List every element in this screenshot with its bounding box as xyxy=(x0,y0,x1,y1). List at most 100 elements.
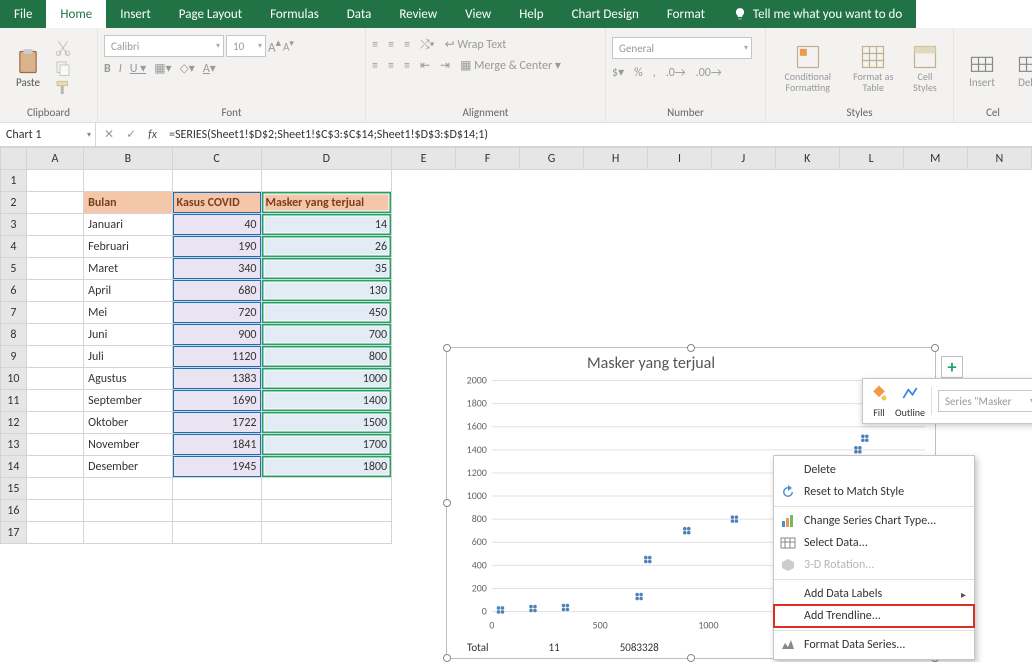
cell-styles-button[interactable]: Cell Styles xyxy=(903,41,947,95)
col-header[interactable]: F xyxy=(456,148,520,170)
comma-icon[interactable]: , xyxy=(653,66,656,80)
tab-view[interactable]: View xyxy=(451,0,505,28)
col-header[interactable]: M xyxy=(903,148,967,170)
increase-indent-icon[interactable]: ⇥ xyxy=(440,58,450,73)
fill-icon[interactable] xyxy=(869,383,889,403)
formula-input[interactable]: =SERIES(Sheet1!$D$2;Sheet1!$C$3:$C$14;Sh… xyxy=(169,128,488,142)
resize-handle[interactable] xyxy=(931,344,939,352)
col-header[interactable]: I xyxy=(648,148,712,170)
chart-mini-toolbar[interactable]: Fill Outline Series "Masker xyxy=(862,378,1032,424)
italic-button[interactable]: I xyxy=(119,62,122,76)
tab-formulas[interactable]: Formulas xyxy=(256,0,333,28)
increase-font-icon[interactable]: A▴ xyxy=(268,36,281,55)
fill-color-button[interactable]: ◇▾ xyxy=(180,61,195,76)
format-painter-icon[interactable] xyxy=(54,79,72,97)
col-header[interactable]: K xyxy=(775,148,839,170)
tell-me[interactable]: Tell me what you want to do xyxy=(719,0,916,28)
font-label: Font xyxy=(104,105,359,120)
select-all-corner[interactable] xyxy=(1,148,27,170)
col-header[interactable]: D xyxy=(261,148,392,170)
cancel-icon[interactable]: ✕ xyxy=(104,127,114,142)
col-header[interactable]: B xyxy=(84,148,172,170)
ctx-add-data-labels[interactable]: Add Data Labels xyxy=(774,583,974,605)
tab-home[interactable]: Home xyxy=(46,0,106,28)
number-format-combo[interactable]: General xyxy=(612,37,752,59)
chart-elements-button[interactable]: + xyxy=(941,356,963,378)
cells-label: Cel xyxy=(960,105,1026,120)
font-family-combo[interactable]: Calibri xyxy=(104,35,224,57)
align-left-icon[interactable]: ≡ xyxy=(372,59,378,73)
col-header[interactable]: G xyxy=(519,148,583,170)
delete-cells-button[interactable]: Delet xyxy=(1008,46,1032,91)
tab-data[interactable]: Data xyxy=(333,0,386,28)
enter-icon[interactable]: ✓ xyxy=(126,127,136,142)
increase-decimal-icon[interactable]: .0→ xyxy=(666,66,686,80)
tab-page-layout[interactable]: Page Layout xyxy=(165,0,256,28)
cell[interactable]: Januari xyxy=(84,214,172,236)
underline-button[interactable]: U ▾ xyxy=(130,61,146,76)
ctx-delete[interactable]: Delete xyxy=(774,459,974,481)
font-color-button[interactable]: A▾ xyxy=(203,61,216,76)
ctx-reset-style[interactable]: Reset to Match Style xyxy=(774,481,974,503)
resize-handle[interactable] xyxy=(687,344,695,352)
format-icon xyxy=(780,637,796,653)
col-header[interactable]: N xyxy=(967,148,1031,170)
tab-chart-design[interactable]: Chart Design xyxy=(558,0,653,28)
percent-icon[interactable]: % xyxy=(634,66,643,80)
resize-handle[interactable] xyxy=(443,344,451,352)
col-header[interactable]: L xyxy=(839,148,903,170)
ctx-format-data-series[interactable]: Format Data Series... xyxy=(774,634,974,656)
cut-icon[interactable] xyxy=(54,39,72,57)
col-header[interactable]: H xyxy=(584,148,648,170)
currency-icon[interactable]: $▾ xyxy=(612,65,624,80)
ctx-add-trendline[interactable]: Add Trendline... xyxy=(774,605,974,627)
resize-handle[interactable] xyxy=(443,499,451,507)
align-top-icon[interactable]: ≡ xyxy=(372,38,378,52)
ctx-select-data[interactable]: Select Data... xyxy=(774,532,974,554)
align-right-icon[interactable]: ≡ xyxy=(404,59,410,73)
orientation-icon[interactable]: ⤭▾ xyxy=(420,38,435,52)
format-as-table-button[interactable]: Format as Table xyxy=(848,41,900,95)
table-icon xyxy=(859,43,887,71)
font-size-combo[interactable]: 10 xyxy=(226,35,266,57)
series-selector[interactable]: Series "Masker xyxy=(938,390,1032,412)
col-header[interactable]: A xyxy=(26,148,83,170)
tab-file[interactable]: File xyxy=(0,0,46,28)
fx-icon[interactable]: fx xyxy=(148,128,157,142)
decrease-font-icon[interactable]: A▾ xyxy=(283,38,294,54)
col-header[interactable]: C xyxy=(172,148,261,170)
align-bottom-icon[interactable]: ≡ xyxy=(404,38,410,52)
tell-me-label: Tell me what you want to do xyxy=(753,7,902,22)
tab-insert[interactable]: Insert xyxy=(106,0,165,28)
ribbon-tabs: File Home Insert Page Layout Formulas Da… xyxy=(0,0,1032,28)
outline-icon[interactable] xyxy=(900,383,920,403)
number-label: Number xyxy=(612,105,759,120)
resize-handle[interactable] xyxy=(687,654,695,662)
copy-icon[interactable] xyxy=(54,59,72,77)
align-middle-icon[interactable]: ≡ xyxy=(388,38,394,52)
col-header[interactable]: J xyxy=(711,148,775,170)
tab-review[interactable]: Review xyxy=(385,0,451,28)
clipboard-label: Clipboard xyxy=(6,105,91,120)
paste-button[interactable]: Paste xyxy=(6,46,50,91)
cell[interactable]: 40 xyxy=(172,214,261,236)
col-header[interactable]: E xyxy=(392,148,456,170)
resize-handle[interactable] xyxy=(443,654,451,662)
chart-title[interactable]: Masker yang terjual xyxy=(447,348,935,375)
bold-button[interactable]: B xyxy=(104,62,111,76)
insert-cells-button[interactable]: Insert xyxy=(960,46,1004,91)
tab-help[interactable]: Help xyxy=(505,0,557,28)
wrap-text-button[interactable]: ↩ Wrap Text xyxy=(445,37,507,52)
tab-format[interactable]: Format xyxy=(653,0,719,28)
conditional-formatting-button[interactable]: Conditional Formatting xyxy=(772,41,844,95)
borders-button[interactable]: ▦▾ xyxy=(154,61,171,76)
context-menu: Delete Reset to Match Style Change Serie… xyxy=(773,455,975,660)
ctx-change-chart-type[interactable]: Change Series Chart Type... xyxy=(774,510,974,532)
select-data-icon xyxy=(780,535,796,551)
merge-center-button[interactable]: ▦ Merge & Center ▾ xyxy=(460,58,561,73)
align-center-icon[interactable]: ≡ xyxy=(388,59,394,73)
decrease-indent-icon[interactable]: ⇤ xyxy=(420,58,430,73)
name-box[interactable]: Chart 1 xyxy=(0,123,96,146)
decrease-decimal-icon[interactable]: .00→ xyxy=(696,66,722,80)
cell[interactable]: 14 xyxy=(261,214,392,236)
